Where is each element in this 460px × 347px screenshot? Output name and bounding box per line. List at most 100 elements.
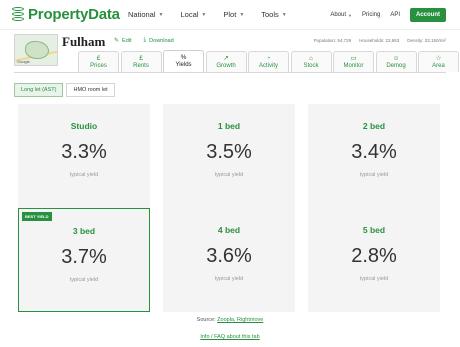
tab-stock[interactable]: ⌂ Stock xyxy=(290,51,332,72)
nav-tools-label: Tools xyxy=(261,10,279,19)
nav-local-label: Local xyxy=(180,10,199,19)
card-sublabel: typical yield xyxy=(69,277,99,283)
edit-label: Edit xyxy=(122,37,132,44)
source-note: Source: Zoopla, Rightmove xyxy=(0,317,460,323)
pound-icon: £ xyxy=(96,54,101,62)
chevron-down-icon: ▼ xyxy=(239,11,245,18)
card-label: 1 bed xyxy=(217,121,241,131)
download-label: Download xyxy=(149,37,174,44)
card-sublabel: typical yield xyxy=(359,276,389,282)
let-type-toggle: Long let (AST) HMO room let xyxy=(14,83,118,97)
tab-area[interactable]: ☆ Area xyxy=(418,51,459,72)
tab-label: Area xyxy=(432,62,445,69)
map-thumbnail[interactable]: Google xyxy=(14,34,58,66)
card-value: 3.7% xyxy=(61,246,107,268)
home-icon: ⌂ xyxy=(309,54,313,62)
tab-yields[interactable]: % Yields xyxy=(163,50,204,72)
location-actions: ✎ Edit ⤓ Download xyxy=(114,37,186,44)
card-value: 3.5% xyxy=(206,141,252,163)
map-attribution: Google xyxy=(17,59,30,64)
download-link[interactable]: ⤓ Download xyxy=(144,37,174,44)
account-button[interactable]: Account xyxy=(410,8,446,22)
card-value: 3.4% xyxy=(351,141,397,163)
faq-link[interactable]: Info / FAQ about this tab xyxy=(0,334,460,340)
tab-activity[interactable]: ◔ Activity xyxy=(248,51,289,72)
gauge-icon: ◔ xyxy=(266,54,271,62)
card-value: 3.3% xyxy=(61,141,107,163)
yield-card-1-bed: 1 bed 3.5% typical yield xyxy=(163,104,295,208)
chevron-down-icon: ▼ xyxy=(201,11,207,18)
section-tabs: £ Prices £ Rents % Yields ↗ Growth ◔ Activity… xyxy=(78,50,460,72)
nav-api[interactable]: API xyxy=(390,12,400,18)
pound-icon: £ xyxy=(139,54,143,62)
tab-monitor[interactable]: ▭ Monitor xyxy=(333,51,374,72)
tab-growth[interactable]: ↗ Growth xyxy=(205,51,247,72)
tab-label: Rents xyxy=(133,62,149,69)
tab-label: Growth xyxy=(216,62,236,69)
main-nav: National ▼ Local ▼ Plot ▼ Tools ▼ xyxy=(128,10,304,19)
tab-label: Monitor xyxy=(343,62,364,69)
download-icon: ⤓ xyxy=(143,37,147,43)
location-stats: Population: 54,729 Households: 23,863 De… xyxy=(306,38,446,43)
nav-about[interactable]: About ▼ xyxy=(330,12,352,18)
density-stat: Density: 33,150/mi² xyxy=(407,38,446,43)
nav-national-label: National xyxy=(128,10,156,19)
chevron-down-icon: ▼ xyxy=(281,11,287,18)
card-sublabel: typical yield xyxy=(214,276,244,282)
chevron-down-icon: ▼ xyxy=(158,11,164,18)
tab-label: Demog xyxy=(386,62,406,69)
long-let-toggle[interactable]: Long let (AST) xyxy=(14,83,64,97)
nav-tools[interactable]: Tools ▼ xyxy=(261,10,286,19)
yield-card-studio: Studio 3.3% typical yield xyxy=(18,104,150,208)
tab-label: Yields xyxy=(175,62,192,68)
monitor-icon: ▭ xyxy=(350,54,357,62)
yield-card-5-bed: 5 bed 2.8% typical yield xyxy=(308,208,440,312)
nav-about-label: About xyxy=(330,12,347,18)
tab-label: Activity xyxy=(258,62,278,69)
percent-icon: % xyxy=(180,54,187,61)
best-yield-badge: BEST YIELD xyxy=(22,212,52,221)
card-label: 2 bed xyxy=(362,121,386,131)
location-title: Fulham xyxy=(62,34,106,49)
card-label: 4 bed xyxy=(217,225,241,235)
card-value: 3.6% xyxy=(206,245,252,267)
yield-card-4-bed: 4 bed 3.6% typical yield xyxy=(163,208,295,312)
households-stat: Households: 23,863 xyxy=(359,38,400,43)
population-stat: Population: 54,729 xyxy=(313,38,352,43)
star-icon: ☆ xyxy=(435,54,442,62)
card-value: 2.8% xyxy=(351,245,397,267)
card-label: 5 bed xyxy=(362,225,386,235)
nav-plot-label: Plot xyxy=(223,10,237,19)
tab-label: Stock xyxy=(303,62,319,69)
yield-card-3-bed: BEST YIELD 3 bed 3.7% typical yield xyxy=(18,208,150,312)
yield-card-2-bed: 2 bed 3.4% typical yield xyxy=(308,104,440,208)
tab-rents[interactable]: £ Rents xyxy=(120,51,162,72)
chevron-down-icon: ▼ xyxy=(348,12,352,18)
tab-label: Prices xyxy=(90,62,107,69)
people-icon: ☺ xyxy=(392,54,400,62)
source-prefix: Source: xyxy=(196,317,216,323)
nav-national[interactable]: National ▼ xyxy=(128,10,163,19)
card-label: Studio xyxy=(70,121,98,131)
card-sublabel: typical yield xyxy=(214,172,244,178)
tab-prices[interactable]: £ Prices xyxy=(78,51,119,72)
right-nav: About ▼ Pricing API Account xyxy=(320,8,446,22)
trend-up-icon: ↗ xyxy=(223,54,229,62)
logo[interactable]: PropertyData xyxy=(12,6,120,23)
database-icon xyxy=(12,6,24,23)
brand-name: PropertyData xyxy=(28,6,120,23)
hmo-room-let-toggle[interactable]: HMO room let xyxy=(66,83,115,97)
edit-link[interactable]: ✎ Edit xyxy=(114,37,132,45)
area-boundary xyxy=(25,41,49,59)
tab-divider xyxy=(14,72,446,73)
top-navbar: PropertyData National ▼ Local ▼ Plot ▼ Tool… xyxy=(0,0,460,30)
tab-demog[interactable]: ☺ Demog xyxy=(375,51,417,72)
source-links[interactable]: Zoopla, Rightmove xyxy=(217,317,263,323)
nav-pricing[interactable]: Pricing xyxy=(362,12,380,18)
card-sublabel: typical yield xyxy=(69,172,99,178)
nav-plot[interactable]: Plot ▼ xyxy=(223,10,244,19)
edit-icon: ✎ xyxy=(114,38,120,44)
card-sublabel: typical yield xyxy=(359,172,389,178)
nav-local[interactable]: Local ▼ xyxy=(180,10,206,19)
card-label: 3 bed xyxy=(72,226,96,236)
